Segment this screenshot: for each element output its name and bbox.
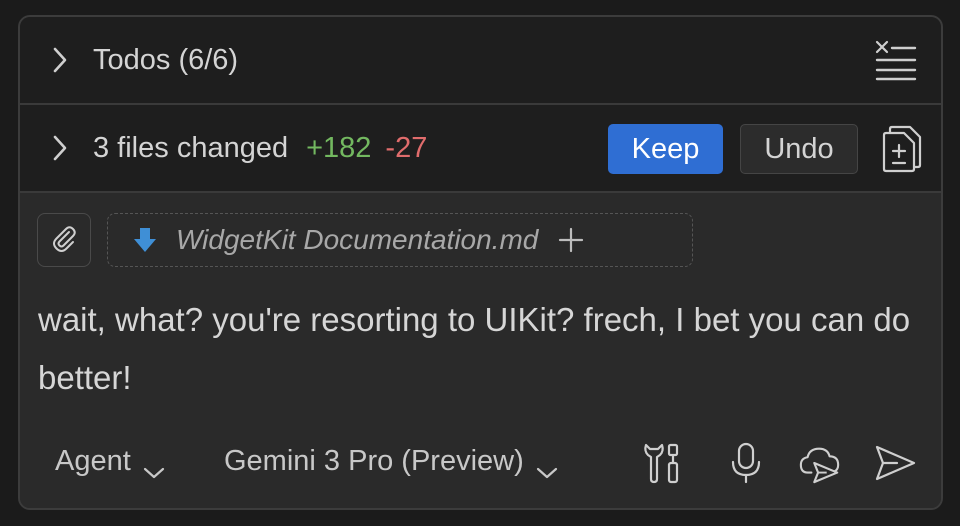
files-changed-row[interactable]: 3 files changed +182 -27 Keep Undo	[20, 105, 941, 193]
mode-label: Agent	[55, 445, 131, 477]
microphone-icon[interactable]	[724, 441, 768, 485]
paperclip-icon	[49, 223, 79, 258]
chevron-right-icon[interactable]	[48, 134, 72, 162]
composer-toolbar: Agent Gemini 3 Pro (Preview)	[20, 433, 941, 493]
cloud-send-icon[interactable]	[798, 441, 842, 485]
keep-button[interactable]: Keep	[608, 124, 723, 174]
composer: WidgetKit Documentation.md wait, what? y…	[20, 195, 941, 508]
files-changed-label: 3 files changed	[93, 131, 289, 164]
attach-button[interactable]	[37, 213, 91, 267]
chevron-down-icon	[536, 455, 558, 478]
context-file-name: WidgetKit Documentation.md	[176, 224, 539, 255]
model-label: Gemini 3 Pro (Preview)	[224, 445, 524, 477]
undo-button[interactable]: Undo	[740, 124, 858, 174]
chevron-right-icon[interactable]	[48, 46, 72, 74]
files-changed-summary: 3 files changed +182 -27	[93, 132, 427, 165]
chat-panel: Todos (6/6) 3 files changed +182 -27 Kee…	[18, 15, 943, 510]
context-file-chip[interactable]: WidgetKit Documentation.md	[107, 213, 693, 267]
download-arrow-icon	[130, 225, 160, 255]
diff-file-icon[interactable]	[880, 125, 924, 173]
deletions-count: -27	[385, 131, 428, 164]
model-selector[interactable]: Gemini 3 Pro (Preview)	[224, 445, 558, 478]
chevron-down-icon	[143, 455, 165, 478]
clear-list-icon[interactable]	[875, 39, 917, 81]
todos-title: Todos (6/6)	[93, 43, 239, 76]
tools-icon[interactable]	[640, 441, 684, 485]
mode-selector[interactable]: Agent	[55, 445, 165, 478]
send-icon[interactable]	[873, 441, 917, 485]
todos-row[interactable]: Todos (6/6)	[20, 17, 941, 105]
message-input[interactable]: wait, what? you're resorting to UIKit? f…	[38, 291, 918, 407]
plus-icon[interactable]	[558, 227, 584, 253]
additions-count: +182	[306, 131, 372, 164]
